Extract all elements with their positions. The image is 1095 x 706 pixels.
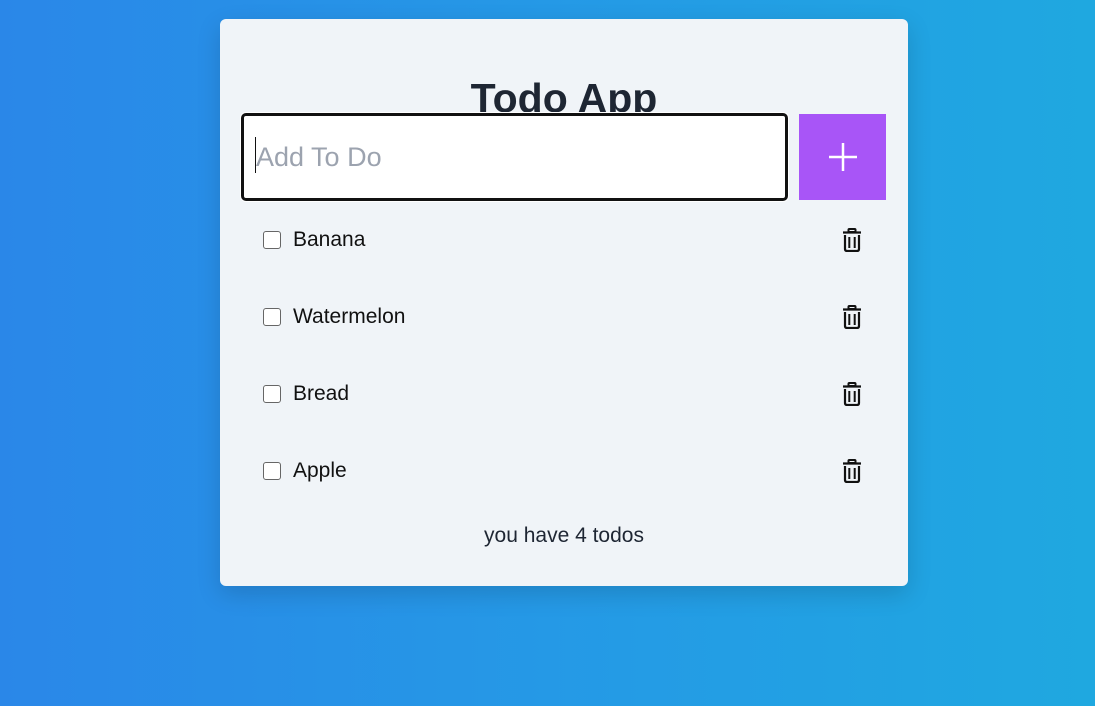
todo-item: Watermelon [220,278,908,355]
add-todo-button[interactable] [799,114,886,200]
todo-checkbox[interactable] [263,462,281,480]
todo-label: Banana [293,228,366,251]
todo-list: Banana Watermelon Bread Apple [220,201,908,509]
delete-todo-button[interactable] [838,457,866,485]
todo-label: Watermelon [293,305,406,328]
todo-label: Bread [293,382,350,405]
text-caret [255,137,256,173]
todo-checkbox[interactable] [263,231,281,249]
todo-count: you have 4 todos [484,524,644,547]
plus-icon [828,143,857,171]
todo-checkbox[interactable] [263,308,281,326]
trash-icon [843,459,861,483]
delete-todo-button[interactable] [838,226,866,254]
trash-icon [843,305,861,329]
todo-item: Banana [220,201,908,278]
trash-icon [843,228,861,252]
trash-icon [843,382,861,406]
todo-checkbox[interactable] [263,385,281,403]
todo-item: Apple [220,432,908,509]
delete-todo-button[interactable] [838,380,866,408]
todo-input[interactable] [241,113,788,201]
todo-card: Todo App Banana [220,19,908,586]
add-todo-row [241,113,886,201]
delete-todo-button[interactable] [838,303,866,331]
todo-label: Apple [293,459,347,482]
todo-item: Bread [220,355,908,432]
